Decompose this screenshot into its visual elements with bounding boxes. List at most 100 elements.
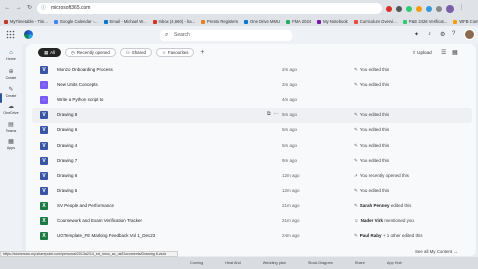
extension-icon[interactable] (396, 5, 402, 12)
extension-icon[interactable] (386, 5, 392, 12)
taskbar-item[interactable]: Heat Ahd (225, 261, 241, 265)
upload-button[interactable]: ⇪ Upload (412, 50, 432, 56)
file-name[interactable]: Drawing 7 (57, 158, 77, 163)
taskbar-item[interactable]: Coming (190, 261, 203, 265)
file-name[interactable]: Drawing 8 (57, 112, 77, 117)
bookmark-item[interactable]: Presto Registers (201, 19, 238, 24)
bookmark-item[interactable]: MyTimetable - Tim... (4, 19, 48, 24)
bookmark-item[interactable]: FMA 2024 (286, 19, 311, 24)
forward-icon[interactable]: → (15, 5, 22, 12)
taskbar-item[interactable]: Wedding plan (263, 261, 286, 265)
file-row[interactable]: V Drawing 7 9m ago ✎ You edited this (32, 154, 472, 169)
file-row[interactable]: V Drawing 5 12m ago ✎ You edited this (32, 184, 472, 199)
arrow-right-icon: → (453, 249, 458, 254)
filter-shared[interactable]: ⚇ Shared (119, 48, 152, 57)
back-icon[interactable]: ← (4, 5, 11, 12)
filter-recently-opened[interactable]: ◷ Recently opened (65, 48, 116, 57)
grid-view-icon[interactable]: ▦ (452, 49, 458, 56)
file-activity: ✎ You edited this (354, 188, 389, 194)
file-name[interactable]: Write a Python script to (57, 97, 103, 102)
star-icon: ☆ (161, 50, 166, 55)
filter-recent-label: Recently opened (76, 50, 110, 55)
file-row[interactable]: V Drawing 6 12m ago ↗ You recently opened th… (32, 169, 472, 184)
file-row[interactable]: X Coursework and Exam Verification Tracke… (32, 214, 472, 229)
main-panel: ▦ All ◷ Recently opened ⚇ Shared ☆ Favourite… (26, 44, 476, 256)
file-row[interactable]: X SV People and Performance 21m ago ✎ Sarah … (32, 199, 472, 214)
list-view-icon[interactable]: ☰ (441, 49, 446, 56)
file-name[interactable]: Drawing 5 (57, 188, 77, 193)
rail-item-create[interactable]: ⊕ Create (0, 69, 22, 80)
rail-item-onedrive[interactable]: ☁ OneDrive (0, 104, 22, 115)
file-row[interactable]: X UGTemplate_FE Marking Feedback Vol 1_De… (32, 229, 472, 244)
file-name[interactable]: Drawing 6 (57, 127, 77, 132)
home-icon: ⌂ (9, 50, 13, 56)
rail-item-teams[interactable]: ▤ Teams (0, 122, 22, 133)
bookmark-item[interactable]: Curriculum Overvi... (353, 19, 397, 24)
file-row[interactable]: ◌ New Units Concepts 2m ago ✎ You edited thi… (32, 78, 472, 93)
file-time: 4m ago (282, 97, 298, 103)
avatar[interactable] (464, 29, 475, 40)
share-icon[interactable]: ⧉ (267, 111, 271, 117)
file-name[interactable]: Monzo Onboarding Process (57, 67, 113, 72)
file-activity: ✎ You edited this (354, 67, 389, 73)
taskbar-item[interactable]: Stock Diagram (308, 261, 333, 265)
bookmark-item[interactable]: Google Calendar -... (53, 19, 98, 24)
bookmark-item[interactable]: Email - Michael W... (103, 19, 147, 24)
app-launcher-icon[interactable] (6, 30, 15, 39)
add-filter-button[interactable]: + (200, 48, 204, 57)
copilot-icon[interactable]: ✦ (414, 31, 419, 38)
search-input[interactable]: ⌕ Search (160, 30, 292, 41)
bookmark-label: Inbox (4,660) - ha... (158, 19, 196, 24)
activity-text: You edited this (359, 127, 390, 133)
profile-avatar[interactable] (446, 4, 454, 13)
rail-item-create[interactable]: ✎ Create (0, 87, 22, 98)
taskbar-item[interactable]: Share (355, 261, 365, 265)
file-row[interactable]: V Drawing 6 5m ago ✎ You edited this (32, 123, 472, 138)
file-row[interactable]: V Drawing 4 5m ago ✎ You edited this (32, 139, 472, 154)
bookmark-label: My Notebook (323, 19, 348, 24)
filter-favourites[interactable]: ☆ Favourites (155, 48, 195, 57)
file-row[interactable]: V Drawing 8 ⧉ ⋯ 5m ago ✎ You edited this (32, 108, 472, 124)
row-actions[interactable]: ⧉ ⋯ (267, 111, 278, 117)
file-name[interactable]: UGTemplate_FE Marking Feedback Vol 1_Dec… (57, 233, 155, 238)
clock-icon: ◷ (71, 50, 75, 55)
file-name[interactable]: Drawing 6 (57, 173, 77, 178)
taskbar-item[interactable]: App Hub (387, 261, 402, 265)
search-placeholder: Search (174, 32, 190, 38)
extension-icon[interactable] (426, 5, 432, 12)
file-row[interactable]: ◌ Write a Python script to 4m ago (32, 93, 472, 108)
file-name[interactable]: New Units Concepts (57, 82, 98, 87)
file-row[interactable]: V Monzo Onboarding Process 2m ago ✎ You edit… (32, 63, 472, 78)
bookmark-favicon-icon (103, 19, 108, 24)
bookmark-label: One Drive MMU (250, 19, 281, 24)
rail-item-apps[interactable]: ▦ Apps (0, 139, 22, 150)
file-activity: ☺ Nader Virk mentioned you (354, 218, 414, 223)
file-name[interactable]: Drawing 4 (57, 143, 77, 148)
extension-icon[interactable] (406, 5, 412, 12)
bookmark-item[interactable]: WFB Communicati... (453, 19, 478, 24)
bookmark-item[interactable]: P&E 2426 Verificat... (402, 19, 447, 24)
puzzle-icon[interactable] (436, 5, 442, 12)
rail-item-home[interactable]: ⌂ Home (0, 50, 22, 61)
help-icon[interactable]: ? (452, 31, 455, 37)
see-all-link[interactable]: See all My Content → (415, 249, 458, 254)
extension-icon[interactable] (416, 5, 422, 12)
site-info-icon[interactable]: ⓘ (41, 3, 46, 14)
bell-icon[interactable]: ♪ (428, 31, 431, 37)
filter-all[interactable]: ▦ All (38, 48, 62, 57)
more-options-icon[interactable]: ⋯ (273, 111, 278, 117)
microsoft365-logo-icon[interactable] (24, 30, 33, 39)
bookmark-item[interactable]: One Drive MMU (244, 19, 280, 24)
grid-icon: ▦ (44, 50, 49, 55)
bookmark-favicon-icon (152, 19, 157, 24)
gear-icon[interactable]: ⚙ (440, 31, 445, 38)
bookmark-label: FMA 2024 (292, 19, 312, 24)
pencil-icon: ✎ (354, 67, 358, 72)
menu-icon[interactable]: ⋮ (458, 5, 465, 12)
bookmark-item[interactable]: Inbox (4,660) - ha... (152, 19, 196, 24)
file-name[interactable]: SV People and Performance (57, 203, 114, 208)
file-name[interactable]: Coursework and Exam Verification Tracker (57, 218, 142, 223)
bookmark-item[interactable]: My Notebook (317, 19, 348, 24)
reload-icon[interactable]: ↻ (26, 5, 33, 12)
address-bar[interactable]: ⓘ microsoft365.com (37, 3, 382, 14)
